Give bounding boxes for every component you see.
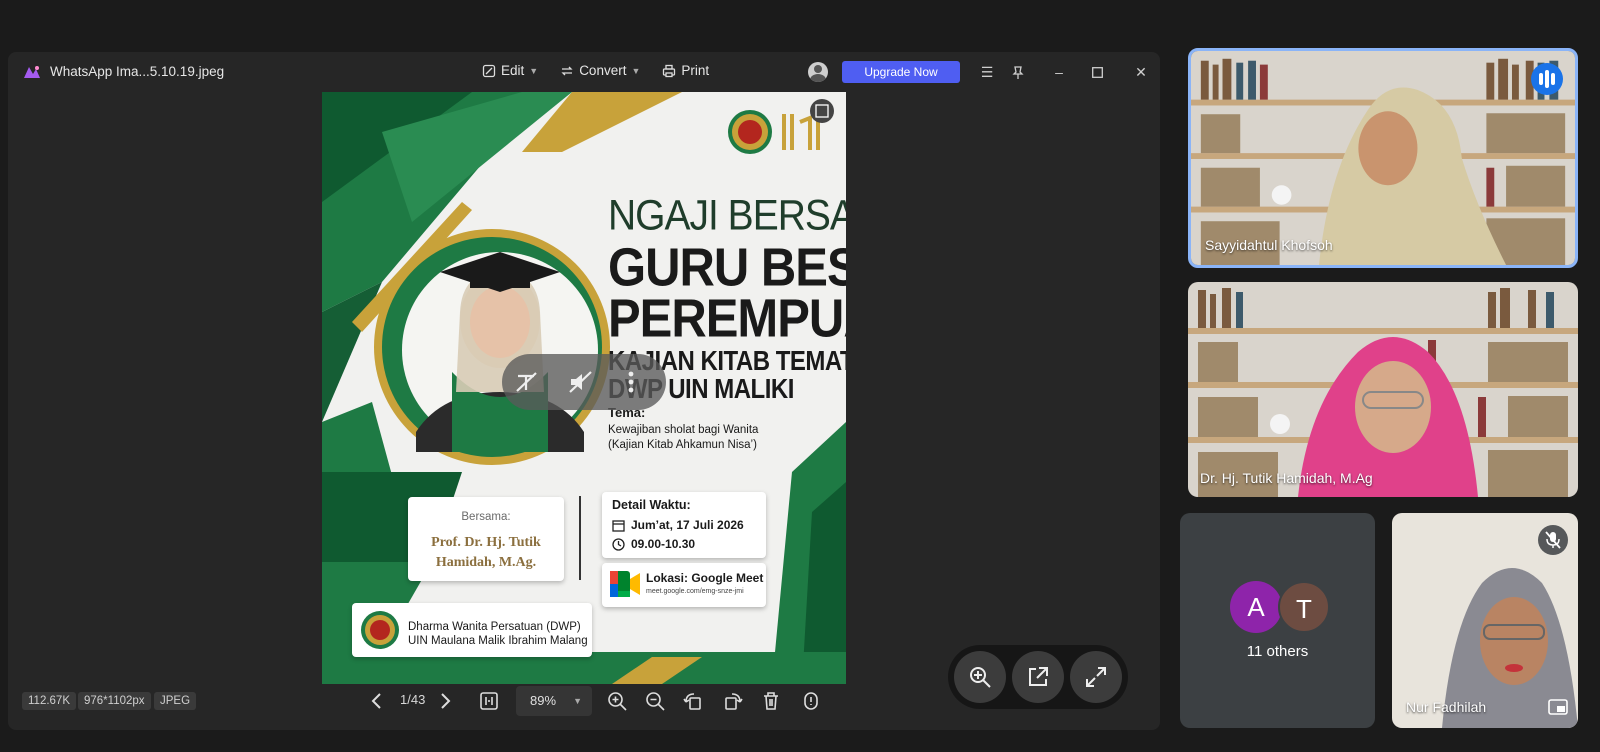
- participant-tile[interactable]: Dr. Hj. Tutik Hamidah, M.Ag: [1188, 282, 1578, 497]
- image-dimensions: 976*1102px: [78, 692, 151, 710]
- organizer-card: Dharma Wanita Persatuan (DWP) UIN Maulan…: [352, 603, 592, 657]
- upgrade-now-button[interactable]: Upgrade Now: [842, 61, 960, 83]
- participant-video: [1191, 51, 1575, 265]
- speaker-name-line-1: Prof. Dr. Hj. Tutik: [431, 535, 541, 550]
- chevron-down-icon: ▼: [529, 65, 539, 76]
- poster-headline-3: PEREMPUAN: [608, 289, 846, 349]
- account-avatar-icon[interactable]: [808, 62, 828, 82]
- participant-tile[interactable]: Nur Fadhilah: [1392, 513, 1578, 728]
- convert-icon: [561, 66, 573, 75]
- location-card: Lokasi: Google Meet meet.google.com/emg-…: [602, 563, 766, 607]
- zoom-in-icon[interactable]: [606, 690, 628, 712]
- participant-name: Dr. Hj. Tutik Hamidah, M.Ag: [1200, 470, 1373, 486]
- participant-tile-active-speaker[interactable]: Sayyidahtul Khofsoh: [1188, 48, 1578, 268]
- info-icon[interactable]: [800, 690, 822, 712]
- clock-icon: [612, 537, 625, 551]
- maximize-icon[interactable]: [1092, 67, 1103, 78]
- zoom-select[interactable]: 89% ▼: [516, 686, 592, 716]
- print-button[interactable]: Print: [662, 63, 709, 78]
- tema-text-2: (Kajian Kitab Ahkamun Nisa’): [608, 439, 757, 451]
- others-count: 11 others: [1246, 643, 1309, 660]
- rotate-right-icon[interactable]: [722, 690, 744, 712]
- zoom-value: 89%: [530, 693, 557, 708]
- volume-off-icon[interactable]: [568, 370, 594, 394]
- speaker-name: Prof. Dr. Hj. Tutik Hamidah, M.Ag.: [408, 533, 564, 573]
- file-format: JPEG: [154, 692, 197, 710]
- poster-headline-1: NGAJI BERSAMA: [608, 192, 846, 240]
- others-tile[interactable]: A T 11 others: [1180, 513, 1375, 728]
- participant-name: Sayyidahtul Khofsoh: [1205, 237, 1333, 253]
- poster-divider: [579, 496, 581, 580]
- file-size: 112.67K: [22, 692, 76, 710]
- speaker-name-line-2: Hamidah, M.Ag.: [435, 555, 537, 570]
- menu-icon[interactable]: ☰: [976, 62, 998, 82]
- chevron-down-icon: ▼: [573, 696, 582, 706]
- pin-icon[interactable]: [1010, 65, 1026, 81]
- tema-text-1: Kewajiban sholat bagi Wanita: [608, 424, 759, 436]
- page-indicator: 1/43: [400, 692, 426, 707]
- bersama-label: Bersama:: [461, 511, 511, 523]
- viewer-titlebar: WhatsApp Ima...5.10.19.jpeg Edit ▼ Conve…: [8, 52, 1160, 92]
- convert-button[interactable]: Convert ▼: [560, 63, 640, 78]
- participant-video: [1188, 282, 1578, 497]
- captions-off-icon[interactable]: [514, 370, 540, 394]
- organizer-line-2: UIN Maulana Malik Ibrahim Malang: [408, 635, 588, 647]
- event-time: 09.00-10.30: [631, 537, 696, 551]
- app-logo-icon: [24, 66, 40, 78]
- minimize-icon[interactable]: –: [1048, 62, 1070, 82]
- convert-label: Convert: [579, 63, 627, 78]
- speaking-icon: [1531, 63, 1563, 95]
- speaker-card: Bersama: Prof. Dr. Hj. Tutik Hamidah, M.…: [408, 497, 564, 581]
- viewer-statusbar: 112.67K 976*1102px JPEG 1/43 89% ▼: [8, 684, 1160, 730]
- dwp-logo-icon: [361, 611, 399, 649]
- chevron-down-icon: ▼: [631, 65, 641, 76]
- meeting-overlay-controls: [502, 354, 666, 410]
- participant-avatar: T: [1278, 581, 1330, 633]
- calendar-icon: [612, 519, 625, 532]
- google-meet-icon: [610, 571, 640, 597]
- rotate-left-icon[interactable]: [682, 690, 704, 712]
- time-row: 09.00-10.30: [612, 537, 695, 551]
- pip-icon[interactable]: [1548, 699, 1568, 715]
- edit-button[interactable]: Edit ▼: [482, 63, 538, 78]
- edit-icon: [482, 64, 496, 77]
- fit-page-icon[interactable]: [478, 690, 500, 712]
- event-date: Jum’at, 17 Juli 2026: [631, 518, 744, 532]
- mic-off-icon: [1538, 525, 1568, 555]
- print-label: Print: [681, 63, 710, 78]
- meet-url: meet.google.com/emg-snze-jmi: [646, 588, 744, 595]
- delete-icon[interactable]: [760, 690, 782, 712]
- print-icon: [663, 64, 676, 77]
- next-page-icon[interactable]: [434, 690, 456, 712]
- waktu-label: Detail Waktu:: [612, 498, 691, 512]
- more-options-icon[interactable]: [626, 370, 636, 394]
- edit-label: Edit: [501, 63, 525, 78]
- viewer-toolbar: Edit ▼ Convert ▼ Print: [482, 63, 709, 78]
- organizer-line-1: Dharma Wanita Persatuan (DWP): [408, 621, 581, 633]
- schedule-card: Detail Waktu: Jum’at, 17 Juli 2026 09.00…: [602, 492, 766, 558]
- location-label: Lokasi: Google Meet: [646, 571, 764, 585]
- participant-avatar: A: [1230, 581, 1282, 633]
- participant-name: Nur Fadhilah: [1406, 699, 1487, 715]
- zoom-out-icon[interactable]: [644, 690, 666, 712]
- date-row: Jum’at, 17 Juli 2026: [612, 518, 744, 532]
- document-title: WhatsApp Ima...5.10.19.jpeg: [50, 64, 225, 79]
- image-viewer-window: WhatsApp Ima...5.10.19.jpeg Edit ▼ Conve…: [8, 52, 1160, 730]
- prev-page-icon[interactable]: [366, 690, 388, 712]
- close-icon[interactable]: ✕: [1130, 62, 1152, 82]
